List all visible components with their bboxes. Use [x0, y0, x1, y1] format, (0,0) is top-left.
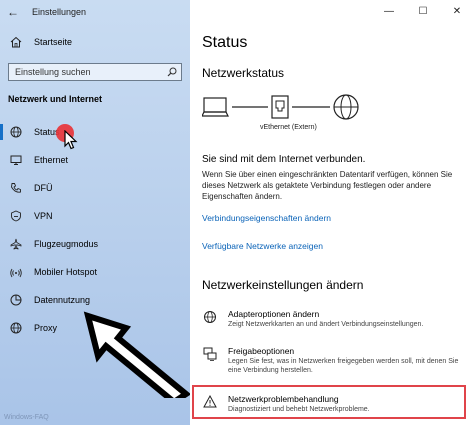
- sidebar-item-label: DFÜ: [34, 183, 53, 193]
- sidebar-item-mobiler-hotspot[interactable]: Mobiler Hotspot: [0, 258, 190, 286]
- globe-status-icon: [10, 126, 22, 138]
- sidebar-item-label: Flugzeugmodus: [34, 239, 99, 249]
- ethernet-adapter-icon: [271, 95, 289, 119]
- settings-heading: Netzwerkeinstellungen ändern: [202, 278, 364, 292]
- option-description: Zeigt Netzwerkkarten an und ändert Verbi…: [228, 321, 424, 328]
- search-placeholder: Einstellung suchen: [15, 67, 91, 77]
- sidebar-item-vpn[interactable]: VPN: [0, 202, 190, 230]
- back-button[interactable]: ←: [0, 0, 26, 24]
- app-title: Einstellungen: [32, 7, 87, 17]
- airplane-icon: [10, 238, 22, 250]
- vpn-icon: [10, 210, 22, 222]
- option-description: Legen Sie fest, was in Netzwerken freige…: [228, 358, 459, 374]
- title-bar: ← Einstellungen: [0, 0, 190, 24]
- maximize-button[interactable]: ☐: [406, 0, 440, 22]
- home-link[interactable]: Startseite: [10, 36, 72, 48]
- close-button[interactable]: ✕: [440, 0, 474, 22]
- connection-status: Sie sind mit dem Internet verbunden.: [202, 154, 366, 165]
- sidebar-item-label: VPN: [34, 211, 53, 221]
- minimize-button[interactable]: —: [372, 0, 406, 22]
- sharing-options-item[interactable]: Freigabeoptionen Legen Sie fest, was in …: [202, 346, 464, 375]
- adapter-icon: [202, 309, 218, 325]
- section-title: Netzwerk und Internet: [8, 94, 103, 104]
- data-usage-icon: [10, 294, 22, 306]
- computer-icon: [202, 97, 229, 117]
- highlight-box: [192, 385, 466, 419]
- search-input[interactable]: Einstellung suchen: [8, 63, 182, 81]
- page-title: Status: [202, 34, 248, 51]
- change-connection-properties-link[interactable]: Verbindungseigenschaften ändern: [202, 213, 331, 223]
- adapter-options-item[interactable]: Adapteroptionen ändern Zeigt Netzwerkkar…: [202, 309, 464, 329]
- sidebar-item-flugzeugmodus[interactable]: Flugzeugmodus: [0, 230, 190, 258]
- sharing-icon: [202, 346, 218, 362]
- sidebar-item-status[interactable]: Status: [0, 118, 190, 146]
- globe-icon: [10, 322, 22, 334]
- option-title: Freigabeoptionen: [228, 346, 295, 356]
- internet-globe-icon: [333, 94, 359, 120]
- show-available-networks-link[interactable]: Verfügbare Netzwerke anzeigen: [202, 241, 323, 251]
- window-controls: — ☐ ✕: [372, 0, 474, 22]
- option-title: Adapteroptionen ändern: [228, 309, 320, 319]
- home-label: Startseite: [34, 37, 73, 47]
- hotspot-icon: [10, 266, 22, 278]
- phone-icon: [10, 182, 22, 194]
- sidebar-item-ethernet[interactable]: Ethernet: [0, 146, 190, 174]
- connection-description: Wenn Sie über einen eingeschränkten Date…: [202, 170, 453, 201]
- mouse-cursor-icon: [64, 130, 78, 150]
- sidebar-item-dfu[interactable]: DFÜ: [0, 174, 190, 202]
- monitor-icon: [10, 154, 22, 166]
- sidebar-item-label: Mobiler Hotspot: [34, 267, 98, 277]
- home-icon: [10, 36, 22, 48]
- search-icon[interactable]: [163, 64, 181, 80]
- pointer-arrow-icon: [83, 311, 190, 398]
- network-status-heading: Netzwerkstatus: [202, 66, 285, 80]
- main-content: — ☐ ✕ Status Netzwerkstatus vEthernet (E…: [190, 0, 474, 425]
- network-diagram: [202, 94, 359, 120]
- sidebar-item-label: Proxy: [34, 323, 58, 333]
- watermark: Windows-FAQ: [4, 414, 49, 421]
- adapter-label: vEthernet (Extern): [260, 124, 317, 131]
- sidebar-item-label: Ethernet: [34, 155, 69, 165]
- sidebar: ← Einstellungen Startseite Einstellung s…: [0, 0, 190, 425]
